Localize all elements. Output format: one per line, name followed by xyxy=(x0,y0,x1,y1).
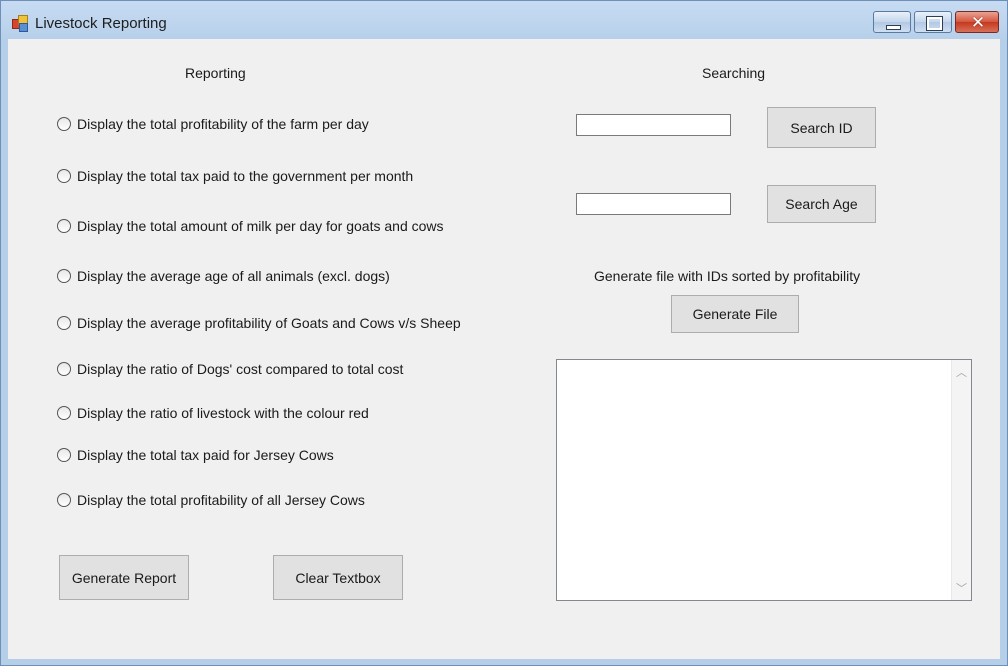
radio-label: Display the total amount of milk per day… xyxy=(77,218,444,234)
generate-report-button[interactable]: Generate Report xyxy=(59,555,189,600)
close-icon: ✕ xyxy=(970,13,986,32)
vertical-scrollbar[interactable]: ︿ ﹀ xyxy=(951,360,971,600)
radio-label: Display the total profitability of all J… xyxy=(77,492,365,508)
radio-label: Display the ratio of Dogs' cost compared… xyxy=(77,361,404,377)
radio-button[interactable] xyxy=(57,169,71,183)
reporting-heading: Reporting xyxy=(185,65,246,81)
radio-label: Display the total tax paid to the govern… xyxy=(77,168,414,184)
app-icon xyxy=(12,15,28,32)
search-id-input[interactable] xyxy=(576,114,731,136)
form-client-area: Reporting Display the total profitabilit… xyxy=(8,39,1000,659)
report-option-dogs-cost-ratio[interactable]: Display the ratio of Dogs' cost compared… xyxy=(57,361,403,377)
radio-button[interactable] xyxy=(57,117,71,131)
radio-label: Display the average age of all animals (… xyxy=(77,268,390,284)
report-option-average-age[interactable]: Display the average age of all animals (… xyxy=(57,268,390,284)
report-option-milk-per-day[interactable]: Display the total amount of milk per day… xyxy=(57,218,444,234)
maximize-icon xyxy=(926,16,943,31)
caption-buttons: ✕ xyxy=(870,11,999,35)
report-option-red-colour-ratio[interactable]: Display the ratio of livestock with the … xyxy=(57,405,369,421)
radio-button[interactable] xyxy=(57,448,71,462)
report-option-jersey-tax[interactable]: Display the total tax paid for Jersey Co… xyxy=(57,447,334,463)
generate-file-button[interactable]: Generate File xyxy=(671,295,799,333)
searching-heading: Searching xyxy=(702,65,766,81)
main-window: Livestock Reporting ✕ Reporting Display … xyxy=(0,0,1008,666)
window-title: Livestock Reporting xyxy=(35,15,167,32)
output-textbox[interactable]: ︿ ﹀ xyxy=(556,359,972,601)
radio-button[interactable] xyxy=(57,493,71,507)
report-option-profitability-per-day[interactable]: Display the total profitability of the f… xyxy=(57,116,369,132)
scroll-down-icon[interactable]: ﹀ xyxy=(952,580,971,596)
radio-label: Display the ratio of livestock with the … xyxy=(77,405,369,421)
report-option-avg-profit-goats-cows-sheep[interactable]: Display the average profitability of Goa… xyxy=(57,315,461,331)
radio-button[interactable] xyxy=(57,219,71,233)
search-id-button[interactable]: Search ID xyxy=(767,107,876,148)
scroll-up-icon[interactable]: ︿ xyxy=(952,364,971,380)
close-button[interactable]: ✕ xyxy=(955,11,999,33)
clear-textbox-button[interactable]: Clear Textbox xyxy=(273,555,403,600)
radio-button[interactable] xyxy=(57,316,71,330)
generate-file-caption: Generate file with IDs sorted by profita… xyxy=(594,268,861,284)
title-bar[interactable]: Livestock Reporting ✕ xyxy=(1,1,1007,39)
radio-button[interactable] xyxy=(57,362,71,376)
maximize-button[interactable] xyxy=(914,11,952,33)
radio-label: Display the total tax paid for Jersey Co… xyxy=(77,447,334,463)
minimize-button[interactable] xyxy=(873,11,911,33)
report-option-tax-per-month[interactable]: Display the total tax paid to the govern… xyxy=(57,168,413,184)
radio-label: Display the total profitability of the f… xyxy=(77,116,369,132)
radio-button[interactable] xyxy=(57,406,71,420)
minimize-icon xyxy=(886,25,901,30)
search-age-button[interactable]: Search Age xyxy=(767,185,876,223)
search-age-input[interactable] xyxy=(576,193,731,215)
radio-button[interactable] xyxy=(57,269,71,283)
report-option-jersey-profitability[interactable]: Display the total profitability of all J… xyxy=(57,492,365,508)
radio-label: Display the average profitability of Goa… xyxy=(77,315,461,331)
